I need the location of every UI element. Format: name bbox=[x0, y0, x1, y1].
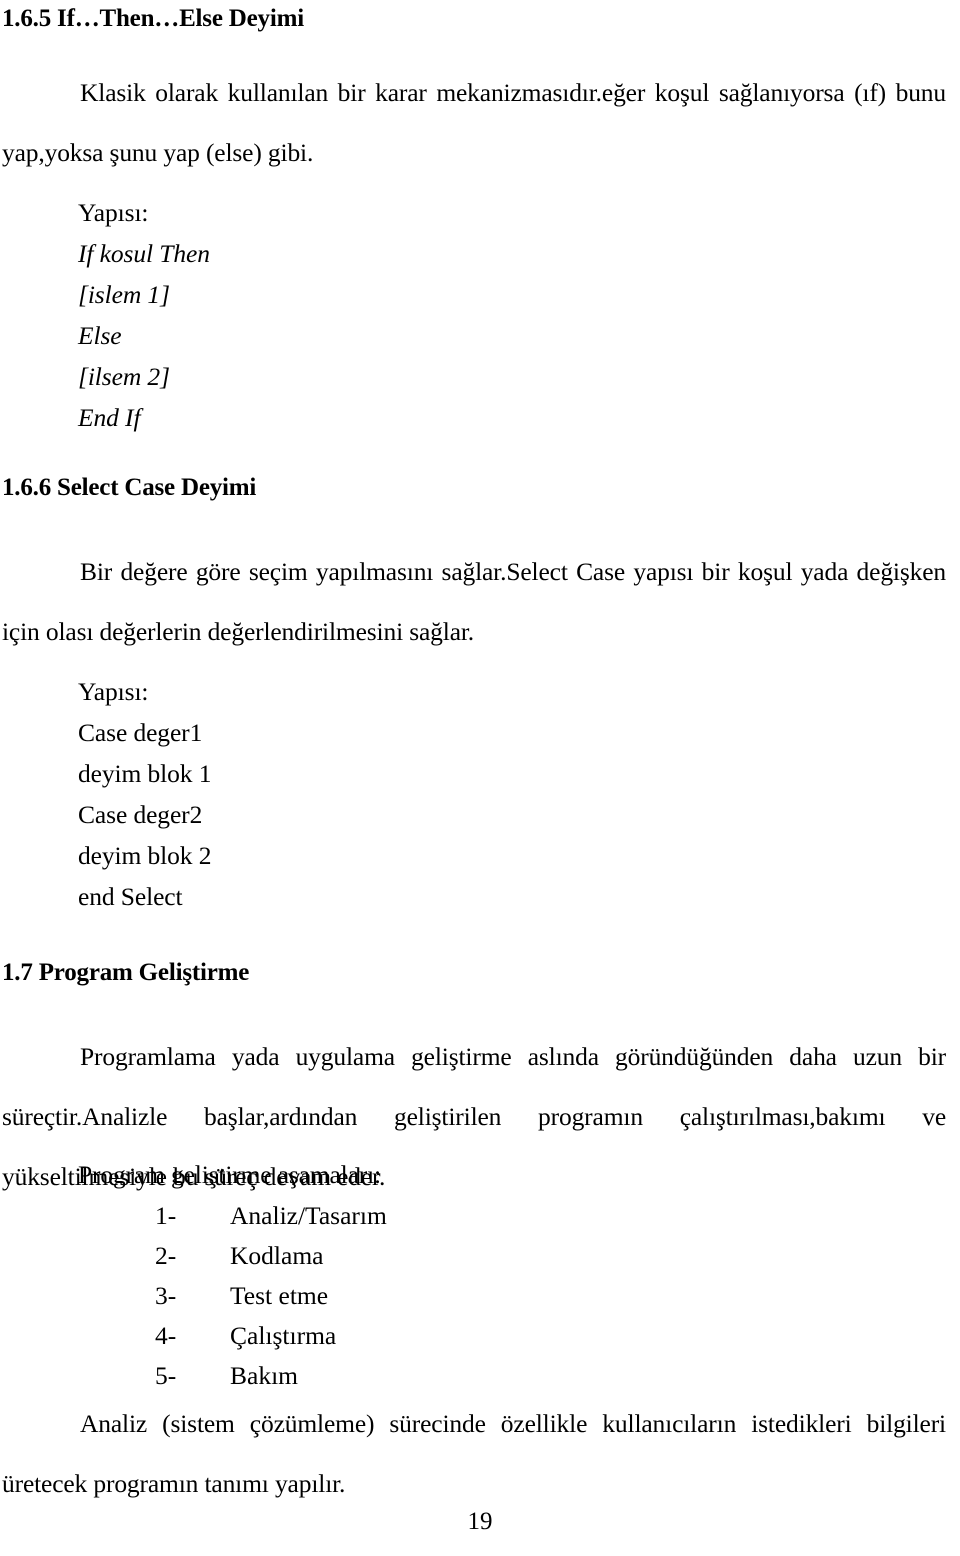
code-block-if-then-else: Yapısı: If kosul Then [islem 1] Else [il… bbox=[78, 192, 210, 438]
structure-label-if-then-else: Yapısı: bbox=[78, 198, 149, 227]
list-item: 5- Bakım bbox=[155, 1356, 387, 1396]
list-item: 3- Test etme bbox=[155, 1276, 387, 1316]
list-item-label: Analiz/Tasarım bbox=[230, 1201, 387, 1230]
code-line: Else bbox=[78, 321, 122, 350]
list-item-number: 3- bbox=[155, 1281, 177, 1310]
code-line: Case deger1 bbox=[78, 718, 203, 747]
list-item-number: 2- bbox=[155, 1241, 177, 1270]
list-item: 1- Analiz/Tasarım bbox=[155, 1196, 387, 1236]
code-line: End If bbox=[78, 403, 141, 432]
code-block-select-case: Yapısı: Case deger1 deyim blok 1 Case de… bbox=[78, 671, 211, 917]
code-line: deyim blok 2 bbox=[78, 841, 212, 870]
section-heading-1-6-5: 1.6.5 If…Then…Else Deyimi bbox=[2, 5, 304, 32]
program-stages-list: 1- Analiz/Tasarım 2- Kodlama 3- Test etm… bbox=[155, 1196, 387, 1396]
page-number: 19 bbox=[467, 1508, 493, 1535]
list-label-program-asamalari: Program geliştirme aşamaları: bbox=[78, 1160, 381, 1189]
paragraph-analiz-closing: Analiz (sistem çözümleme) sürecinde özel… bbox=[2, 1409, 946, 1498]
section-heading-1-7: 1.7 Program Geliştirme bbox=[2, 959, 250, 986]
list-item-number: 1- bbox=[155, 1201, 177, 1230]
paragraph-select-case: Bir değere göre seçim yapılmasını sağlar… bbox=[2, 557, 946, 646]
list-item: 2- Kodlama bbox=[155, 1236, 387, 1276]
code-line: deyim blok 1 bbox=[78, 759, 212, 788]
list-item-label: Çalıştırma bbox=[230, 1321, 337, 1350]
list-item: 4- Çalıştırma bbox=[155, 1316, 387, 1356]
section-heading-1-6-6: 1.6.6 Select Case Deyimi bbox=[2, 474, 257, 501]
list-item-label: Bakım bbox=[230, 1361, 298, 1390]
document-page: 1.6.5 If…Then…Else Deyimi Klasik olarak … bbox=[0, 0, 960, 1556]
code-line: If kosul Then bbox=[78, 239, 210, 268]
list-item-label: Test etme bbox=[230, 1281, 329, 1310]
list-item-number: 5- bbox=[155, 1361, 177, 1390]
code-line: end Select bbox=[78, 882, 183, 911]
code-line: [islem 1] bbox=[78, 280, 170, 309]
structure-label-select-case: Yapısı: bbox=[78, 677, 149, 706]
code-line: [ilsem 2] bbox=[78, 362, 170, 391]
list-item-number: 4- bbox=[155, 1321, 177, 1350]
list-item-label: Kodlama bbox=[230, 1241, 324, 1270]
paragraph-if-then-else: Klasik olarak kullanılan bir karar mekan… bbox=[2, 78, 946, 167]
code-line: Case deger2 bbox=[78, 800, 203, 829]
